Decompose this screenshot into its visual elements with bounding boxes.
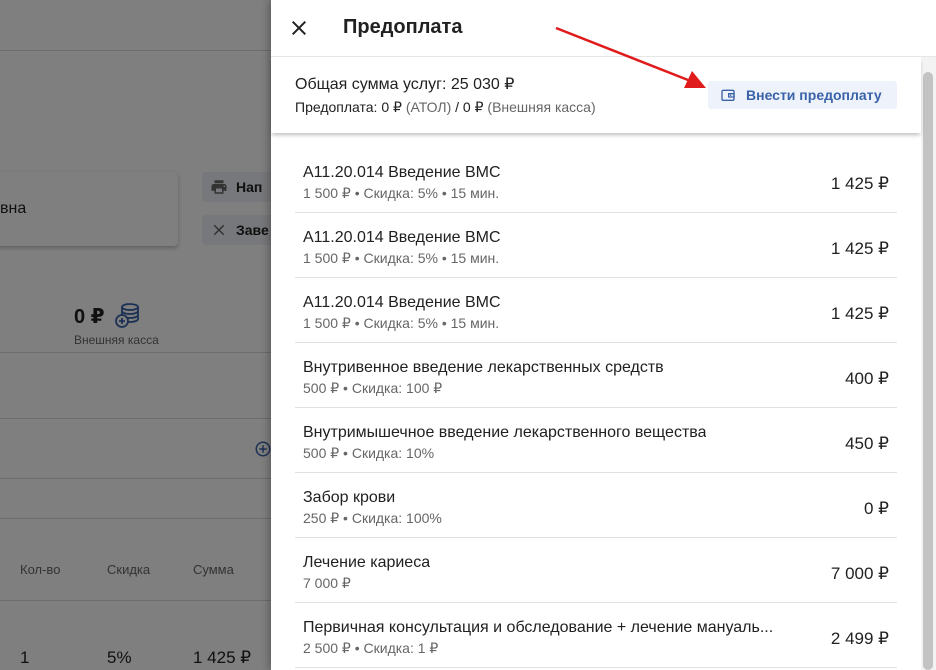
service-price: 450 ₽ [845, 434, 889, 453]
prepayment-drawer: Предоплата Общая сумма услуг: 25 030 ₽ П… [271, 0, 936, 670]
service-row: Лечение кариеса 7 000 ₽ 7 000 ₽ [295, 538, 897, 603]
services-total: Общая сумма услуг: 25 030 ₽ [295, 76, 515, 93]
service-meta: 1 500 ₽ • Скидка: 5% • 15 мин. [303, 315, 500, 331]
service-name: Лечение кариеса [303, 554, 431, 571]
service-meta: 1 500 ₽ • Скидка: 5% • 15 мин. [303, 250, 500, 266]
prepayment-status: Предоплата: 0 ₽ (АТОЛ) / 0 ₽ (Внешняя ка… [295, 99, 596, 116]
service-meta: 250 ₽ • Скидка: 100% [303, 510, 442, 526]
service-row: A11.20.014 Введение ВМС 1 500 ₽ • Скидка… [295, 278, 897, 343]
service-price: 7 000 ₽ [830, 564, 889, 583]
service-row: Первичная консультация и обследование + … [295, 603, 897, 668]
make-prepayment-button[interactable]: Внести предоплату [708, 81, 897, 109]
service-price: 1 425 ₽ [830, 304, 889, 323]
service-price: 0 ₽ [864, 499, 889, 518]
service-name: Первичная консультация и обследование + … [303, 619, 774, 636]
prepay-separator: / [451, 99, 463, 115]
services-list: A11.20.014 Введение ВМС 1 500 ₽ • Скидка… [295, 148, 897, 668]
service-meta: 500 ₽ • Скидка: 100 ₽ [303, 380, 443, 396]
service-meta: 7 000 ₽ [303, 575, 351, 591]
scrollbar-thumb[interactable] [923, 72, 933, 670]
prepay-atol-label: (АТОЛ) [405, 99, 452, 115]
service-price: 1 425 ₽ [830, 174, 889, 193]
service-meta: 1 500 ₽ • Скидка: 5% • 15 мин. [303, 185, 500, 201]
service-row: Забор крови 250 ₽ • Скидка: 100% 0 ₽ [295, 473, 897, 538]
service-price: 400 ₽ [845, 369, 889, 388]
service-row: Внутримышечное введение лекарственного в… [295, 408, 897, 473]
drawer-title: Предоплата [343, 16, 463, 38]
service-name: Забор крови [303, 489, 396, 506]
service-meta: 2 500 ₽ • Скидка: 1 ₽ [303, 640, 439, 656]
service-row: A11.20.014 Введение ВМС 1 500 ₽ • Скидка… [295, 213, 897, 278]
make-prepayment-label: Внести предоплату [746, 87, 882, 103]
service-name: Внутримышечное введение лекарственного в… [303, 424, 707, 441]
service-price: 2 499 ₽ [830, 629, 889, 648]
service-name: A11.20.014 Введение ВМС [303, 229, 501, 246]
close-icon[interactable] [287, 16, 311, 40]
prepay-external-label: (Внешняя касса) [487, 99, 596, 115]
wallet-icon [721, 89, 735, 101]
prepayment-summary: Общая сумма услуг: 25 030 ₽ Предоплата: … [271, 57, 921, 133]
service-price: 1 425 ₽ [830, 239, 889, 258]
service-meta: 500 ₽ • Скидка: 10% [303, 445, 435, 461]
service-name: A11.20.014 Введение ВМС [303, 294, 501, 311]
drawer-header: Предоплата [271, 0, 936, 57]
service-name: A11.20.014 Введение ВМС [303, 164, 501, 181]
prepay-external-value: 0 ₽ [462, 99, 484, 115]
service-name: Внутривенное введение лекарственных сред… [303, 359, 664, 376]
prepay-atol-value: 0 ₽ [381, 99, 402, 115]
service-row: Внутривенное введение лекарственных сред… [295, 343, 897, 408]
prepay-label: Предоплата: [295, 99, 382, 115]
service-row: A11.20.014 Введение ВМС 1 500 ₽ • Скидка… [295, 148, 897, 213]
